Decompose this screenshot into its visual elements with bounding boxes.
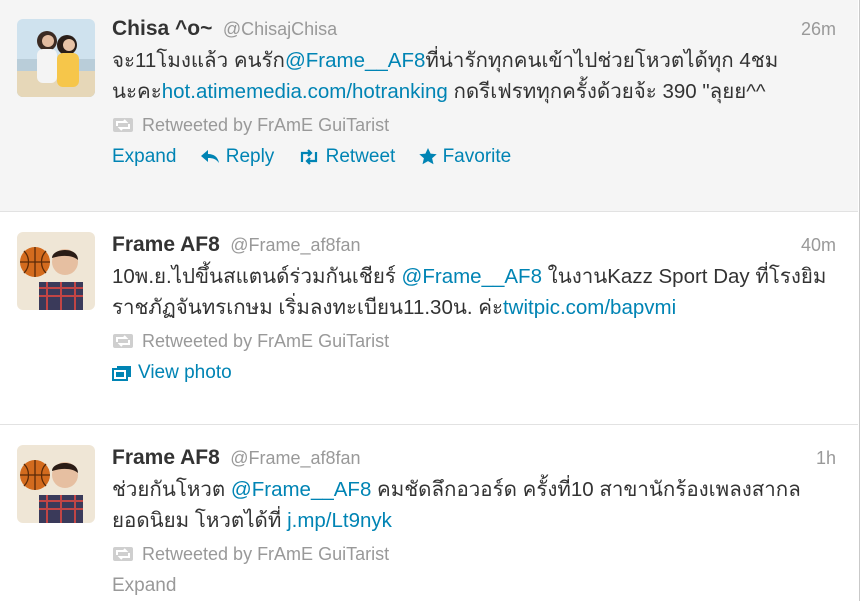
tweet-item[interactable]: Chisa ^o~ @ChisajChisa 26m จะ11โมงแล้ว ค… [0,0,858,212]
tweet-text-part: กดรีเฟรททุกครั้งด้วยจ้ะ 390 "ลุยย^^ [447,80,766,103]
tweet-actions: Expand [112,571,836,601]
mention-link[interactable]: @Frame__AF8 [285,49,425,72]
tweet-timestamp[interactable]: 26m [801,14,836,44]
reply-button[interactable]: Reply [200,142,275,172]
tweet-timestamp[interactable]: 40m [801,230,836,260]
expand-link[interactable]: Expand [112,142,176,172]
avatar-couple-image [17,19,95,97]
mention-link[interactable]: @Frame__AF8 [231,478,371,501]
reply-label: Reply [225,146,275,167]
retweet-context: Retweeted by FrAmE GuiTarist [112,541,836,567]
retweet-label: Retweet [325,146,396,167]
avatar-basketball-image [17,232,95,310]
favorite-label: Favorite [442,146,512,167]
tweet-username[interactable]: @Frame_af8fan [230,448,360,468]
tweet-fullname[interactable]: Frame AF8 [112,233,220,256]
retweet-context-icon [113,118,133,132]
view-photo-label: View photo [138,362,232,383]
url-link[interactable]: hot.atimemedia.com/hotranking [162,80,448,103]
tweet-timestamp[interactable]: 1h [816,443,836,473]
tweet-item[interactable]: Frame AF8 @Frame_af8fan 1h ช่วยกันโหวต @… [0,425,858,601]
url-link[interactable]: j.mp/Lt9nyk [287,509,392,532]
tweet-username[interactable]: @Frame_af8fan [230,235,360,255]
retweeted-by-label: Retweeted by FrAmE GuiTarist [142,544,390,564]
tweet-text-part: 10พ.ย.ไปขึ้นสแตนด์ร่วมกันเชียร์ [112,265,402,288]
avatar-basketball-image [17,445,95,523]
tweet-text: ช่วยกันโหวต @Frame__AF8 คมชัดลึกอวอร์ด ค… [112,474,836,536]
tweet-actions: Expand Reply Retweet Favorite [112,142,836,172]
tweet-actions: View photo [112,358,836,388]
avatar[interactable] [17,232,95,310]
reply-icon [200,150,219,163]
tweet-text-part: ช่วยกันโหวต [112,478,231,501]
retweet-icon [300,149,317,165]
avatar[interactable] [17,19,95,97]
retweet-button[interactable]: Retweet [298,142,396,172]
tweet-item[interactable]: Frame AF8 @Frame_af8fan 40m 10พ.ย.ไปขึ้น… [0,212,858,425]
avatar[interactable] [17,445,95,523]
retweeted-by-label: Retweeted by FrAmE GuiTarist [142,331,390,351]
view-photo-icon [112,366,131,381]
retweet-context-icon [113,334,133,348]
tweet-text-part: จะ11โมงแล้ว คนรัก [112,49,285,72]
favorite-star-icon [418,148,437,165]
tweet-text: 10พ.ย.ไปขึ้นสแตนด์ร่วมกันเชียร์ @Frame__… [112,261,836,323]
retweeted-by-label: Retweeted by FrAmE GuiTarist [142,115,390,135]
mention-link[interactable]: @Frame__AF8 [402,265,542,288]
tweet-fullname[interactable]: Frame AF8 [112,446,220,469]
view-photo-link[interactable]: View photo [112,358,232,388]
retweet-context: Retweeted by FrAmE GuiTarist [112,112,836,138]
tweet-fullname[interactable]: Chisa ^o~ [112,17,212,40]
favorite-button[interactable]: Favorite [418,142,512,172]
retweet-context: Retweeted by FrAmE GuiTarist [112,328,836,354]
expand-link[interactable]: Expand [112,571,176,601]
retweet-context-icon [113,547,133,561]
tweet-username[interactable]: @ChisajChisa [223,19,337,39]
url-link[interactable]: twitpic.com/bapvmi [503,296,676,319]
tweet-text: จะ11โมงแล้ว คนรัก@Frame__AF8ที่น่ารักทุก… [112,45,836,107]
